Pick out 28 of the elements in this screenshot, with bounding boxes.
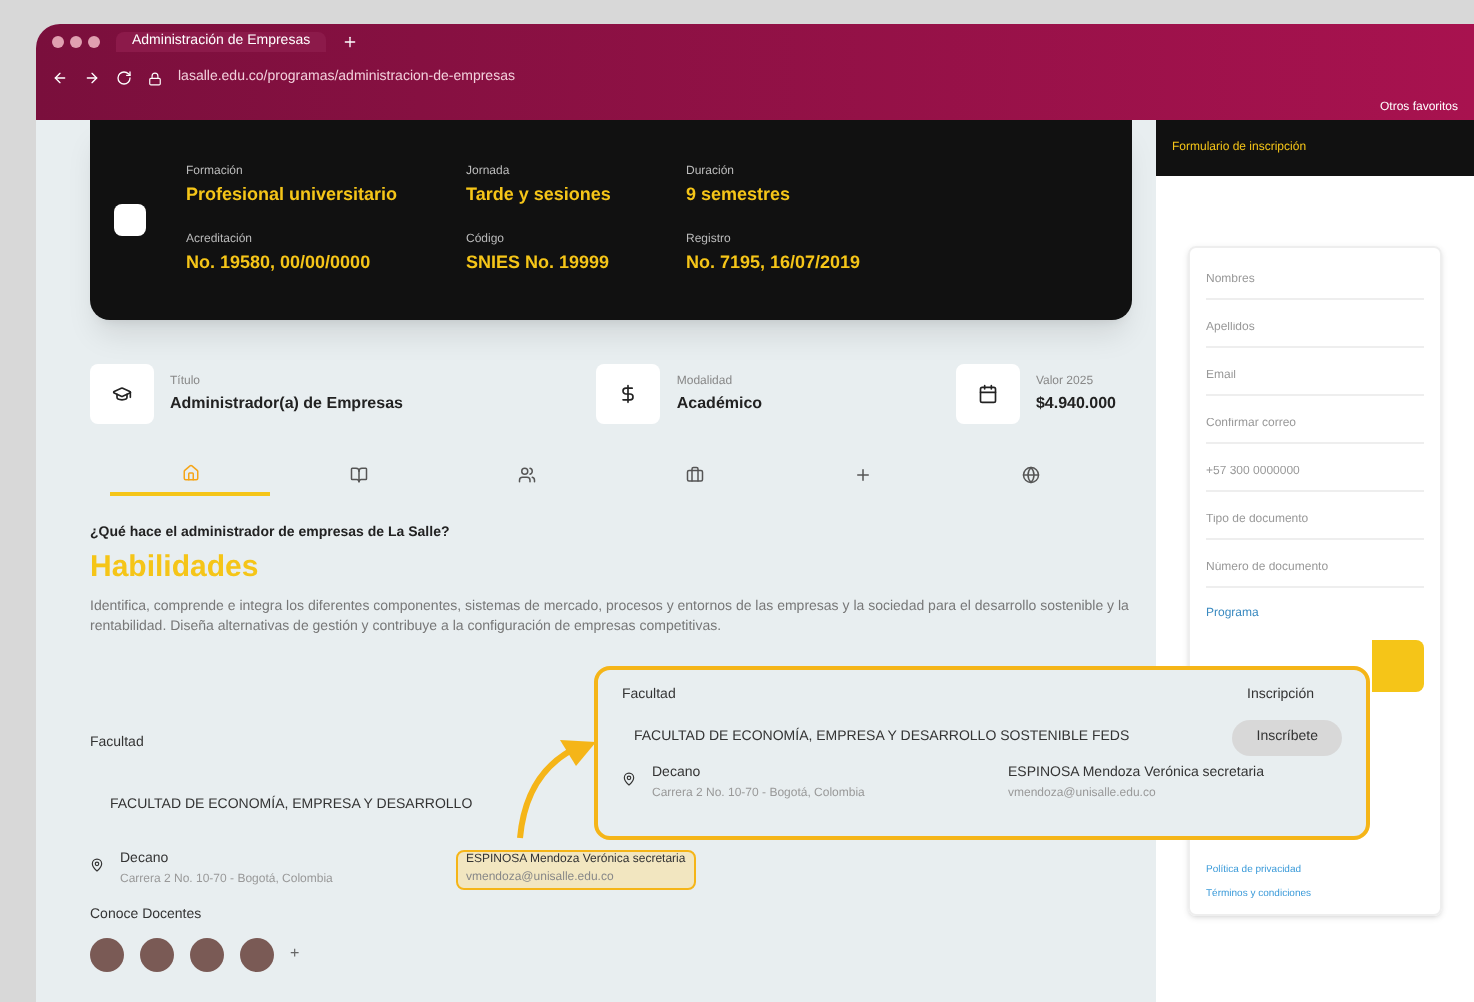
- reload-icon[interactable]: [116, 70, 132, 86]
- summary-value: Administrador(a) de Empresas: [170, 391, 403, 415]
- fact-value: Tarde y sesiones: [466, 181, 613, 208]
- lock-icon: [148, 71, 162, 85]
- location-icon: [90, 858, 104, 872]
- plus-icon: [854, 465, 873, 483]
- home-icon: [181, 463, 199, 481]
- more-teachers[interactable]: +: [290, 942, 300, 966]
- forward-icon[interactable]: [84, 70, 100, 86]
- people-icon: [517, 465, 536, 483]
- summary-value: Académico: [676, 391, 763, 415]
- summary-value: $4.940.000: [1035, 391, 1116, 415]
- location-icon: [622, 772, 636, 786]
- calendar-icon: [977, 384, 998, 404]
- globe-icon: [1022, 465, 1041, 483]
- new-tab-icon[interactable]: [342, 34, 359, 50]
- graduation-cap-icon: [112, 384, 132, 404]
- window-controls-icon[interactable]: [52, 36, 100, 48]
- briefcase-icon: [686, 465, 705, 483]
- fact-value: 9 semestres: [686, 181, 793, 207]
- dollar-icon: [618, 384, 639, 404]
- book-icon: [349, 465, 368, 483]
- fact-value: No. 19580, 00/00/0000: [186, 250, 373, 276]
- fact-value: SNIES No. 19999: [466, 250, 612, 276]
- fact-value: No. 7195, 16/07/2019: [686, 250, 863, 276]
- section-heading: Habilidades: [90, 547, 259, 587]
- fact-value: Profesional universitario: [186, 181, 400, 207]
- back-icon[interactable]: [52, 70, 68, 86]
